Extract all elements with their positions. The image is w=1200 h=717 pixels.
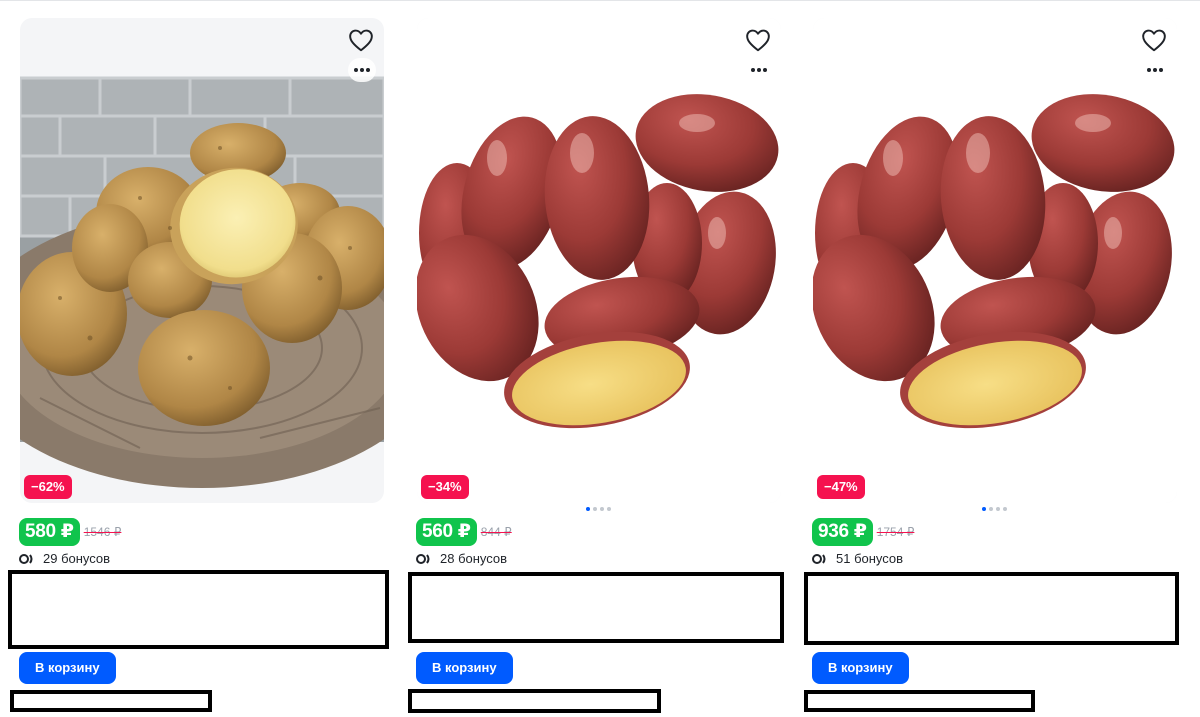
bonus-row: 51 бонусов xyxy=(812,551,903,566)
more-dots-icon[interactable] xyxy=(1141,58,1169,82)
discount-badge: −34% xyxy=(421,475,469,499)
product-image[interactable]: −47% xyxy=(813,18,1177,503)
redacted-title xyxy=(408,572,784,643)
favorite-heart-icon[interactable] xyxy=(745,28,771,52)
add-to-cart-button[interactable]: В корзину xyxy=(812,652,909,684)
bonus-text: 51 бонусов xyxy=(836,551,904,566)
carousel-dots[interactable] xyxy=(982,507,1007,511)
more-dots-icon[interactable] xyxy=(348,58,376,82)
price-row: 580 ₽ 1546 ₽ xyxy=(19,518,121,546)
red-potatoes-photo xyxy=(813,18,1177,503)
carousel-dot[interactable] xyxy=(593,507,597,511)
bonus-text: 29 бонусов xyxy=(43,551,111,566)
add-to-cart-button[interactable]: В корзину xyxy=(416,652,513,684)
carousel-dot[interactable] xyxy=(989,507,993,511)
old-price: 1546 ₽ xyxy=(83,525,122,539)
bonus-text: 28 бонусов xyxy=(440,551,508,566)
favorite-heart-icon[interactable] xyxy=(1141,28,1167,52)
current-price: 936 ₽ xyxy=(812,518,873,546)
discount-badge: −62% xyxy=(24,475,72,499)
old-price: 844 ₽ xyxy=(480,525,512,539)
carousel-dot[interactable] xyxy=(600,507,604,511)
bonus-row: 28 бонусов xyxy=(416,551,507,566)
carousel-dot[interactable] xyxy=(996,507,1000,511)
redacted-title xyxy=(8,570,389,649)
add-to-cart-button[interactable]: В корзину xyxy=(19,652,116,684)
carousel-dot[interactable] xyxy=(1003,507,1007,511)
product-image[interactable]: −62% xyxy=(20,18,384,503)
current-price: 560 ₽ xyxy=(416,518,477,546)
favorite-heart-icon[interactable] xyxy=(348,28,374,52)
old-price: 1754 ₽ xyxy=(876,525,915,539)
current-price: 580 ₽ xyxy=(19,518,80,546)
price-row: 560 ₽ 844 ₽ xyxy=(416,518,512,546)
carousel-dot[interactable] xyxy=(586,507,590,511)
bonus-icon xyxy=(416,553,430,564)
yellow-potatoes-photo xyxy=(20,76,384,488)
bonus-icon xyxy=(812,553,826,564)
product-card[interactable]: −62% 580 ₽ 1546 ₽ 29 бонусов В корзину xyxy=(8,0,389,717)
more-dots-icon[interactable] xyxy=(745,58,773,82)
carousel-dots[interactable] xyxy=(586,507,611,511)
red-potatoes-photo xyxy=(417,18,781,503)
product-card[interactable]: −47% 936 ₽ 1754 ₽ 51 бонусов В корзину xyxy=(801,0,1181,717)
carousel-dot[interactable] xyxy=(607,507,611,511)
redacted-delivery xyxy=(804,690,1035,712)
price-row: 936 ₽ 1754 ₽ xyxy=(812,518,914,546)
redacted-delivery xyxy=(408,689,661,713)
bonus-icon xyxy=(19,553,33,564)
discount-badge: −47% xyxy=(817,475,865,499)
redacted-delivery xyxy=(10,690,212,712)
redacted-title xyxy=(804,572,1179,645)
product-image[interactable]: −34% xyxy=(417,18,781,503)
bonus-row: 29 бонусов xyxy=(19,551,110,566)
product-card[interactable]: −34% 560 ₽ 844 ₽ 28 бонусов В корзину xyxy=(405,0,785,717)
carousel-dot[interactable] xyxy=(982,507,986,511)
